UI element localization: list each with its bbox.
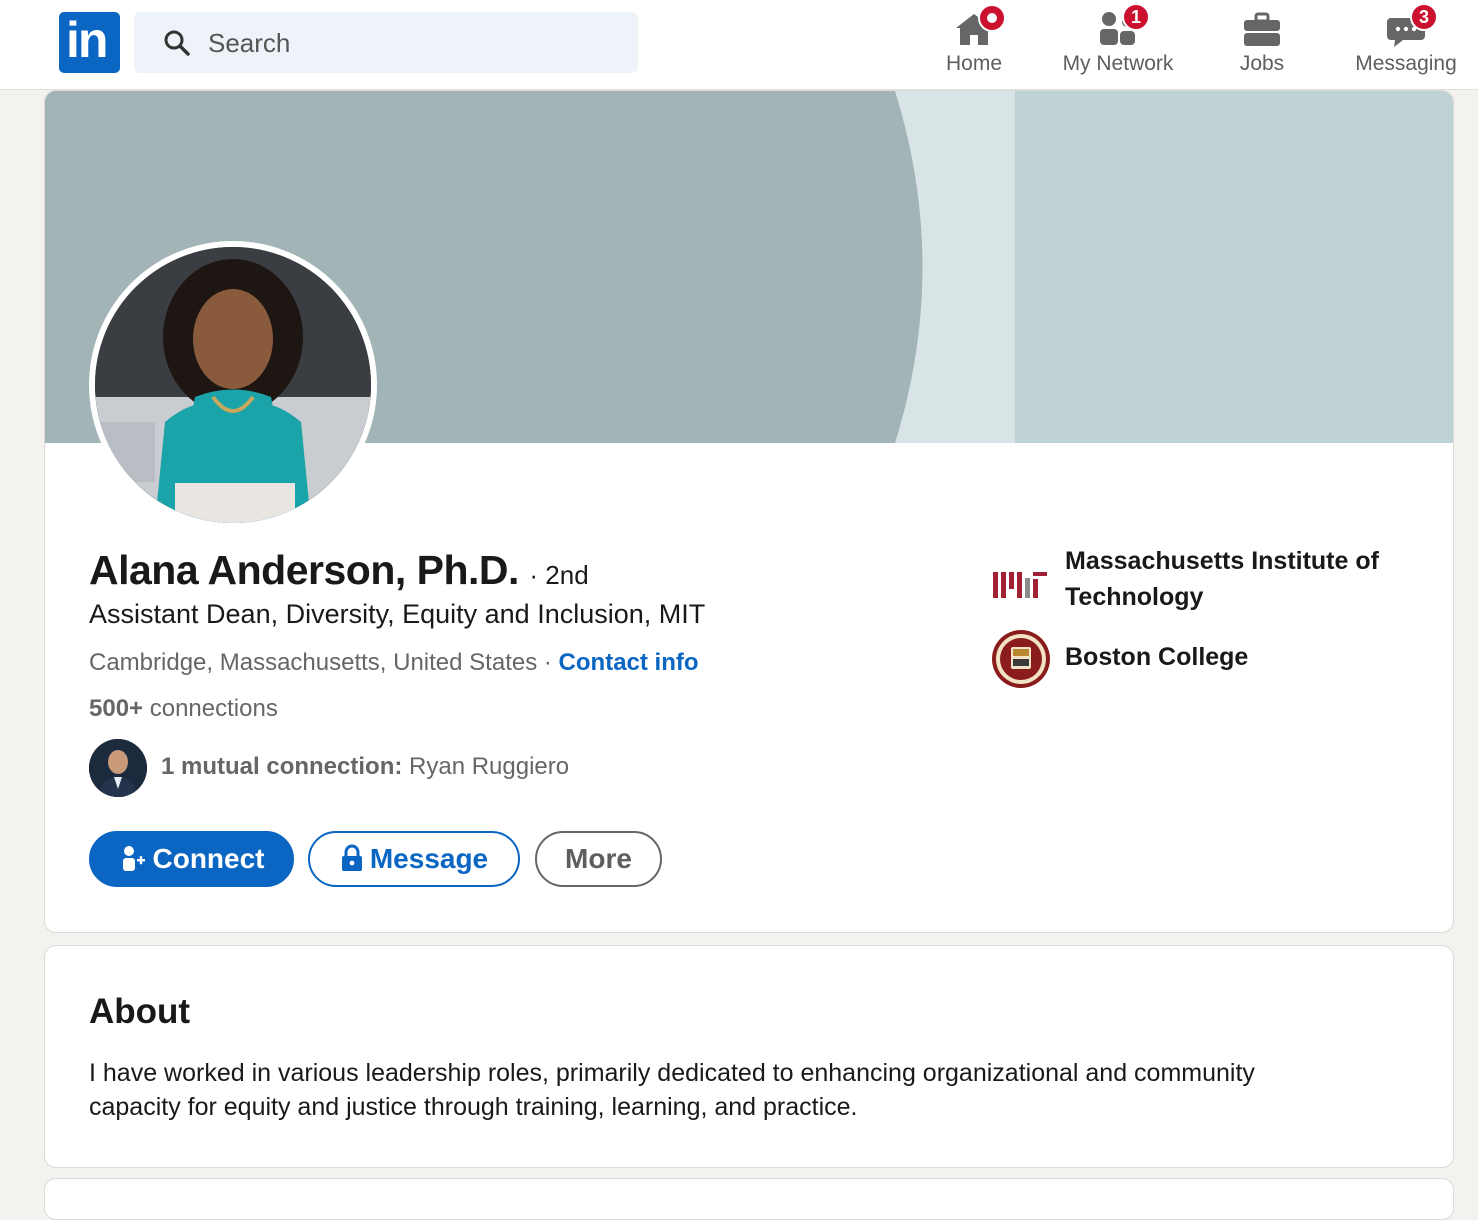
home-notification-dot — [978, 4, 1006, 32]
about-title: About — [89, 992, 191, 1031]
connections-label: connections — [149, 695, 278, 722]
mutual-connection-name: Ryan Ruggiero — [409, 753, 570, 780]
add-person-icon — [122, 846, 145, 871]
next-section-card — [44, 1178, 1454, 1220]
lock-icon — [341, 844, 362, 871]
about-section: About I have worked in various leadershi… — [44, 945, 1454, 1168]
more-button-label: More — [565, 843, 632, 874]
education-item-boston-college[interactable]: Boston College — [991, 629, 1431, 689]
profile-photo-image — [95, 247, 371, 523]
connections-count: 500+ — [89, 695, 144, 722]
linkedin-logo[interactable]: in — [59, 12, 120, 73]
briefcase-icon — [1244, 12, 1280, 46]
profile-location: Cambridge, Massachusetts, United States … — [89, 649, 552, 676]
education-name: Massachusetts Institute of Technology — [1065, 547, 1379, 611]
about-text: I have worked in various leadership role… — [89, 1059, 1255, 1121]
profile-photo[interactable] — [89, 241, 377, 529]
mutual-connection-avatar — [89, 739, 147, 797]
mit-logo — [993, 572, 1047, 598]
search-icon — [164, 30, 190, 56]
nav-home[interactable]: Home — [930, 0, 1018, 89]
mutual-connection-label: 1 mutual connection: — [161, 753, 403, 780]
nav-jobs-label: Jobs — [1239, 52, 1285, 75]
profile-name: Alana Anderson, Ph.D. — [89, 547, 519, 593]
contact-info-link[interactable]: Contact info — [559, 649, 699, 676]
profile-location-row: Cambridge, Massachusetts, United States … — [89, 649, 699, 677]
nav-my-network-label: My Network — [1062, 52, 1174, 75]
profile-name-row: Alana Anderson, Ph.D. · 2nd — [89, 547, 589, 594]
search-box[interactable] — [134, 12, 638, 75]
more-button[interactable]: More — [535, 831, 662, 887]
nav-jobs[interactable]: Jobs — [1222, 0, 1302, 89]
connect-button-label: Connect — [152, 843, 265, 874]
education-name: Boston College — [1065, 643, 1249, 671]
boston-college-seal — [992, 630, 1050, 688]
messaging-badge: 3 — [1410, 3, 1438, 31]
message-button-label: Message — [369, 843, 489, 874]
global-nav: in Home 1 My Network Jobs — [0, 0, 1478, 90]
nav-messaging-label: Messaging — [1355, 52, 1457, 75]
network-badge: 1 — [1122, 3, 1150, 31]
logo-text: in — [66, 12, 108, 68]
nav-my-network[interactable]: 1 My Network — [1050, 0, 1186, 89]
message-button[interactable]: Message — [308, 831, 520, 887]
connection-degree: · 2nd — [529, 560, 589, 590]
connections-count-row[interactable]: 500+ connections — [89, 695, 278, 723]
profile-headline: Assistant Dean, Diversity, Equity and In… — [89, 599, 706, 629]
nav-messaging[interactable]: 3 Messaging — [1346, 0, 1466, 89]
profile-card: Alana Anderson, Ph.D. · 2nd Assistant De… — [44, 90, 1454, 933]
connect-button[interactable]: Connect — [89, 831, 294, 887]
education-item-mit[interactable]: Massachusetts Institute of Technology — [991, 541, 1431, 621]
nav-home-label: Home — [945, 52, 1003, 75]
mutual-connection-text: 1 mutual connection: Ryan Ruggiero — [161, 753, 569, 781]
search-input[interactable] — [206, 12, 630, 75]
